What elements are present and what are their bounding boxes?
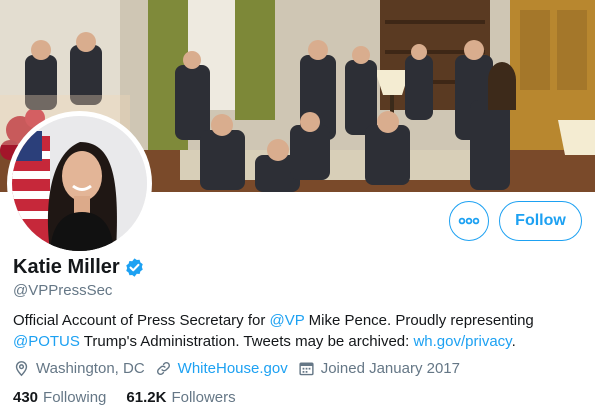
archive-link[interactable]: wh.gov/privacy: [413, 333, 511, 350]
followers-stat[interactable]: 61.2K Followers: [126, 389, 235, 406]
followers-label: Followers: [171, 389, 236, 406]
profile-handle: @VPPressSec: [13, 282, 113, 299]
website-link[interactable]: WhiteHouse.gov: [178, 360, 288, 377]
bio-text: .: [511, 333, 516, 350]
joined-text: Joined January 2017: [320, 360, 460, 377]
profile-name-row: Katie Miller: [13, 256, 145, 279]
following-label: Following: [43, 389, 107, 406]
follow-button[interactable]: Follow: [499, 201, 582, 241]
more-options-button[interactable]: [449, 201, 489, 241]
followers-count: 61.2K: [126, 389, 167, 406]
verified-badge-icon: [124, 257, 145, 278]
location-text: Washington, DC: [36, 360, 145, 377]
location-item: Washington, DC: [13, 360, 145, 377]
bio-text: Mike Pence. Proudly representing: [304, 312, 534, 329]
link-icon: [156, 362, 170, 375]
mention-vp-link[interactable]: @VP: [270, 312, 305, 329]
profile-bio: Official Account of Press Secretary for …: [13, 310, 588, 352]
mention-potus-link[interactable]: @POTUS: [13, 333, 80, 350]
calendar-icon: [299, 362, 314, 376]
website-item[interactable]: WhiteHouse.gov: [155, 360, 288, 377]
profile-meta: Washington, DC WhiteHouse.gov Joined Jan…: [13, 360, 470, 377]
following-count: 430: [13, 389, 39, 406]
profile-stats: 430 Following 61.2K Followers: [13, 389, 256, 406]
more-horizontal-icon: [458, 217, 480, 225]
profile-avatar[interactable]: [7, 111, 152, 256]
location-pin-icon: [15, 361, 28, 377]
following-stat[interactable]: 430 Following: [13, 389, 106, 406]
profile-name: Katie Miller: [13, 256, 120, 278]
bio-text: Trump's Administration. Tweets may be ar…: [79, 333, 414, 350]
bio-text: Official Account of Press Secretary for: [13, 312, 270, 329]
joined-item: Joined January 2017: [298, 360, 460, 377]
avatar-image: [12, 116, 147, 251]
